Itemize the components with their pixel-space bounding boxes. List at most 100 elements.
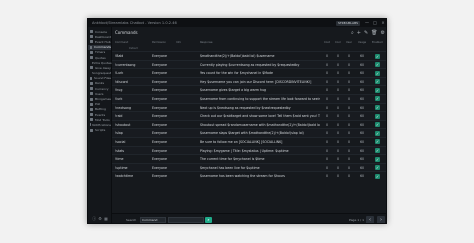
cell-command: !Bald <box>115 54 124 58</box>
main-panel: Commands ⌕ + ✎ 🗑 ⚙ Command Permission In… <box>112 27 386 223</box>
sidebar-item-label: Mod Tools <box>95 117 110 122</box>
table-row[interactable]: !watchtime Everyone $username has been wat… <box>112 171 386 180</box>
sidebar-item-scripts[interactable]: Scripts <box>88 128 111 133</box>
cell-user: 0 <box>347 96 350 101</box>
sidebar-item-label: Give Away <box>95 65 111 70</box>
cell-response: Check out our $raidtarget and show some … <box>200 114 320 119</box>
close-icon[interactable]: × <box>380 20 386 26</box>
delete-icon[interactable]: 🗑 <box>371 30 377 36</box>
table-row[interactable]: !time Everyone The current time for $mycha… <box>112 154 386 163</box>
header-user[interactable]: User <box>346 41 352 44</box>
search-input[interactable] <box>168 216 204 223</box>
sidebar-item-label: Betting <box>95 107 106 112</box>
cell-permission: Everyone <box>152 62 167 67</box>
cell-usage: 60 <box>359 54 364 58</box>
table-row[interactable]: !uptime Everyone $mychanel has been live f… <box>112 162 386 172</box>
search-icon[interactable]: ⌕ <box>351 30 354 36</box>
enabled-checkbox[interactable]: ✓ <box>375 113 380 119</box>
table-header: Command Permission Info Response Cost Co… <box>112 40 386 47</box>
cell-command: !slap <box>115 131 123 136</box>
table-row[interactable]: !hug Everyone $username gives $target a bi… <box>112 85 386 94</box>
cell-usage: 60 <box>359 131 364 136</box>
cell-usage: 60 <box>359 114 364 119</box>
cell-user: 0 <box>347 88 350 93</box>
header-permission[interactable]: Permission <box>152 41 166 44</box>
timer-icon <box>90 50 93 54</box>
table-row[interactable]: !Lurk Everyone Yes count for the win for $… <box>112 68 386 77</box>
enabled-checkbox[interactable]: ✓ <box>375 173 380 179</box>
add-icon[interactable]: + <box>357 30 361 36</box>
search-go-button[interactable]: ⌕ <box>205 216 212 223</box>
info-icon[interactable]: ⓘ <box>92 216 96 222</box>
enabled-checkbox[interactable]: ✓ <box>375 105 380 111</box>
table-row[interactable]: !raid Everyone Check out our $raidtarget a… <box>112 111 386 120</box>
sidebar-item-songrequest[interactable]: Songrequest <box>88 71 111 76</box>
cell-response: Shoutout spread $randomusername with $ma… <box>200 122 320 127</box>
enabled-checkbox[interactable]: ✓ <box>375 62 380 68</box>
title-bar: Ankhbot/Streamlabs Chatbot - Version 1.0… <box>88 19 386 27</box>
sidebar-item-label: Ranks <box>95 81 105 86</box>
enabled-checkbox[interactable]: ✓ <box>375 122 380 128</box>
enabled-checkbox[interactable]: ✓ <box>375 96 380 102</box>
enabled-checkbox[interactable]: ✓ <box>375 70 380 76</box>
table-body: !Bald Everyone $mathandthe(2)/+(Baldo!)bal… <box>112 51 386 180</box>
connection-icon[interactable]: ▦ <box>104 216 108 222</box>
enabled-checkbox[interactable]: ✓ <box>375 87 380 93</box>
mod-icon <box>90 118 93 122</box>
settings-icon[interactable]: ⚙ <box>381 30 385 36</box>
table-row[interactable]: !slap Everyone $username slaps $target wit… <box>112 128 386 137</box>
table-row[interactable]: !discord Everyone Hey $username you can jo… <box>112 76 386 86</box>
cell-response: Hey $username you can join our Discord h… <box>200 79 312 84</box>
enabled-checkbox[interactable]: ✓ <box>375 156 380 162</box>
minimize-icon[interactable]: — <box>364 20 370 26</box>
header-usage[interactable]: Usage <box>358 41 366 44</box>
sidebar-item-label: Notifications <box>92 122 111 127</box>
enabled-checkbox[interactable]: ✓ <box>375 79 380 85</box>
table-row[interactable]: !currentsong Everyone Currently playing $c… <box>112 59 386 69</box>
cell-response: $username gives $target a big warm hug <box>200 88 267 93</box>
cell-command: !currentsong <box>115 62 136 67</box>
next-page-button[interactable]: › <box>377 216 385 223</box>
cell-usage: 60 <box>359 96 364 101</box>
header-enabled[interactable]: Enabled <box>372 41 382 44</box>
streamlabs-badge[interactable]: STREAMLABS <box>335 20 360 26</box>
gear-icon[interactable]: ⚙ <box>98 216 102 222</box>
sidebar-item-notifications[interactable]: Notifications <box>88 122 111 127</box>
sidebar-item-extra-quotes[interactable]: Extra Quotes <box>88 60 112 65</box>
table-row[interactable]: !lurk Everyone $username from continuing t… <box>112 93 386 103</box>
quote-icon <box>90 56 93 60</box>
cell-cost: 0 <box>325 139 328 144</box>
enabled-checkbox[interactable]: ✓ <box>375 148 380 154</box>
footer-bar: Search Command ⌕ ‹ Page 1 / 1 › <box>112 213 386 223</box>
cell-usage: 60 <box>359 174 364 179</box>
cell-user: 0 <box>347 105 350 110</box>
search-field-select[interactable]: Command <box>140 216 166 223</box>
header-cost[interactable]: Cost <box>324 41 330 44</box>
page-indicator: Page 1 / 1 <box>349 218 364 222</box>
enabled-checkbox[interactable]: ✓ <box>375 165 380 171</box>
table-row[interactable]: !stats Everyone Playing: $mygame | Title: … <box>112 145 386 155</box>
table-row[interactable]: !social Everyone Be sure to follow me on [… <box>112 136 386 146</box>
cell-cost: 0 <box>325 174 328 179</box>
cell-command: !shoutout <box>115 122 131 127</box>
cell-cool: 0 <box>336 114 339 119</box>
header-cool[interactable]: Cool <box>335 41 341 44</box>
maximize-icon[interactable]: □ <box>372 20 378 26</box>
cell-response: Yes count for the win for $mychanel in $… <box>200 71 273 76</box>
cell-usage: 60 <box>359 165 364 170</box>
table-row[interactable]: !Bald Everyone $mathandthe(2)/+(Baldo!)bal… <box>112 51 386 60</box>
header-response[interactable]: Response <box>200 41 212 44</box>
sidebar-item-label: Events <box>95 112 106 117</box>
enabled-checkbox[interactable]: ✓ <box>375 53 380 59</box>
prev-page-button[interactable]: ‹ <box>366 216 374 223</box>
edit-icon[interactable]: ✎ <box>364 30 368 36</box>
header-command[interactable]: Command <box>115 41 128 44</box>
table-row[interactable]: !nextsong Everyone Next up is $nextsong as… <box>112 102 386 112</box>
table-row[interactable]: !shoutout Everyone Shoutout spread $random… <box>112 119 386 129</box>
header-info[interactable]: Info <box>176 41 181 44</box>
cell-cost: 0 <box>325 79 328 84</box>
cell-response: $mathandthe(2)/+(Baldo!)bald lol) $usern… <box>200 54 275 58</box>
enabled-checkbox[interactable]: ✓ <box>375 139 380 145</box>
enabled-checkbox[interactable]: ✓ <box>375 130 380 136</box>
cell-command: !discord <box>115 79 128 84</box>
